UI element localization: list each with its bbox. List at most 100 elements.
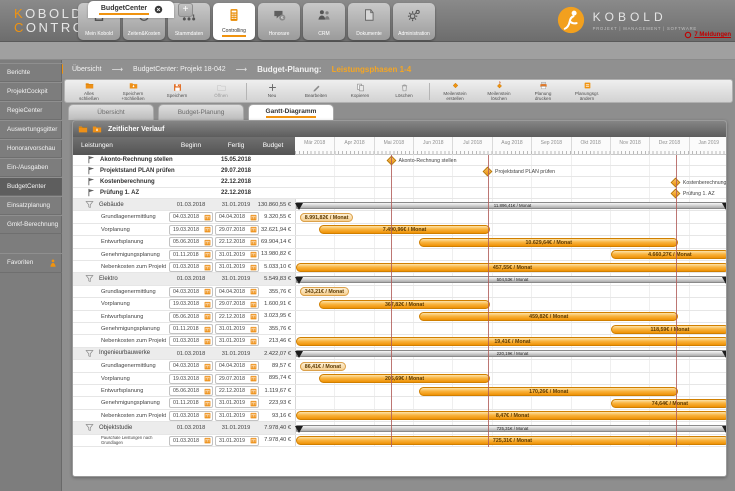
group-collapse-icon[interactable] <box>85 349 94 358</box>
sidebar-item-honorarvorschau[interactable]: Honorarvorschau <box>0 139 62 158</box>
nav-tab-honorare[interactable]: €Honorare <box>258 3 300 40</box>
table-row-vorplanung[interactable]: Vorplanung19.03.201829.07.20181.600,91 €… <box>73 298 727 310</box>
breadcrumb-item-budgetcenter[interactable]: BudgetCenter: Projekt 18-042 <box>133 66 226 73</box>
task-begin-date-field[interactable]: 01.03.2018 <box>169 262 213 272</box>
group-collapse-icon[interactable] <box>85 423 94 432</box>
table-row-nebenkosten-zum-projekt[interactable]: Nebenkosten zum Projekt01.03.201831.01.2… <box>73 335 727 347</box>
milestone-row[interactable]: Projektstand PLAN prüfen29.07.2018Projek… <box>73 166 727 177</box>
milestone-marker[interactable] <box>671 189 681 199</box>
table-row-vorplanung[interactable]: Vorplanung19.03.201829.07.201832.621,94 … <box>73 224 727 236</box>
workspace-tab-budgetcenter[interactable]: BudgetCenter <box>88 1 174 18</box>
calendar-icon[interactable] <box>204 338 211 345</box>
calendar-icon[interactable] <box>204 400 211 407</box>
tab-budget-planung[interactable]: Budget-Planung <box>158 104 244 120</box>
calendar-icon[interactable] <box>250 363 257 370</box>
task-begin-date-field[interactable]: 05.06.2018 <box>169 237 213 247</box>
calendar-icon[interactable] <box>204 251 211 258</box>
task-end-date-field[interactable]: 04.04.2018 <box>215 212 259 222</box>
gantt-bar[interactable]: 367,82€ / Monat <box>319 300 490 309</box>
calendar-icon[interactable] <box>250 239 257 246</box>
calendar-icon[interactable] <box>204 226 211 233</box>
gantt-bar[interactable]: 118,59€ / Monat <box>611 325 727 334</box>
sidebar-item-einsatzplanung[interactable]: Einsatzplanung <box>0 196 62 215</box>
table-row-entwurfsplanung[interactable]: Entwurfsplanung05.06.201822.12.20181.119… <box>73 385 727 397</box>
table-row-objektstudie[interactable]: Objektstudie01.03.201831.01.20197.978,40… <box>73 422 727 434</box>
gantt-summary-bar[interactable]: 220,19€ / Monat <box>296 350 727 357</box>
calendar-icon[interactable] <box>204 313 211 320</box>
calendar-icon[interactable] <box>204 301 211 308</box>
task-begin-date-field[interactable]: 01.03.2018 <box>169 436 213 446</box>
sidebar-item-auswertungsgitter[interactable]: Auswertungsgitter <box>0 120 62 139</box>
task-end-date-field[interactable]: 31.01.2019 <box>215 250 259 260</box>
calendar-icon[interactable] <box>204 388 211 395</box>
gantt-bar[interactable]: 170,26€ / Monat <box>419 387 678 396</box>
task-end-date-field[interactable]: 31.01.2019 <box>215 336 259 346</box>
table-row-entwurfsplanung[interactable]: Entwurfsplanung05.06.201822.12.20183.023… <box>73 311 727 323</box>
sidebar-item-regiecenter[interactable]: RegieCenter <box>0 101 62 120</box>
task-begin-date-field[interactable]: 04.03.2018 <box>169 212 213 222</box>
task-end-date-field[interactable]: 31.01.2019 <box>215 324 259 334</box>
sidebar-item-gmkf-berechnung[interactable]: Gmkf-Berechnung <box>0 215 62 234</box>
calendar-icon[interactable] <box>250 288 257 295</box>
task-begin-date-field[interactable]: 19.03.2018 <box>169 225 213 235</box>
breadcrumb-item-uebersicht[interactable]: Übersicht <box>72 66 102 73</box>
table-row-pauschale-leistungen-nach[interactable]: Pauschale Leistungen nach Grundlagen01.0… <box>73 435 727 447</box>
gantt-bar-rate-label[interactable]: 343,21€ / Monat <box>300 287 349 296</box>
column-header-budget[interactable]: Budget <box>263 142 284 149</box>
milestone-row[interactable]: Akonto-Rechnung stellen15.05.2018Akonto-… <box>73 155 727 166</box>
toolbar-speichern[interactable]: Speichern <box>155 80 199 102</box>
gantt-bar[interactable]: 205,69€ / Monat <box>319 374 490 383</box>
calendar-icon[interactable] <box>204 214 211 221</box>
task-end-date-field[interactable]: 22.12.2018 <box>215 312 259 322</box>
messages-link[interactable]: 7 Meldungen <box>684 31 731 39</box>
calendar-icon[interactable] <box>250 326 257 333</box>
task-end-date-field[interactable]: 31.01.2019 <box>215 262 259 272</box>
calendar-icon[interactable] <box>250 338 257 345</box>
task-begin-date-field[interactable]: 01.03.2018 <box>169 336 213 346</box>
toolbar-bearbeiten[interactable]: Bearbeiten <box>294 80 338 102</box>
calendar-icon[interactable] <box>250 301 257 308</box>
gantt-summary-bar[interactable]: 504,53€ / Monat <box>296 276 727 283</box>
tab-übersicht[interactable]: Übersicht <box>68 104 154 120</box>
task-end-date-field[interactable]: 29.07.2018 <box>215 299 259 309</box>
calendar-icon[interactable] <box>204 437 211 444</box>
table-row-entwurfsplanung[interactable]: Entwurfsplanung05.06.201822.12.201869.90… <box>73 236 727 248</box>
column-header-leistungen[interactable]: Leistungen <box>81 142 113 149</box>
table-row-genehmigungsplanung[interactable]: Genehmigungsplanung01.11.201831.01.20192… <box>73 397 727 409</box>
nav-tab-controlling[interactable]: Controlling <box>213 3 255 40</box>
task-end-date-field[interactable]: 04.04.2018 <box>215 361 259 371</box>
calendar-icon[interactable] <box>204 375 211 382</box>
gantt-bar[interactable]: 8,47€ / Monat <box>296 411 727 420</box>
table-row-grundlagenermittlung[interactable]: Grundlagenermittlung04.03.201804.04.2018… <box>73 286 727 298</box>
table-row-vorplanung[interactable]: Vorplanung19.03.201829.07.2018895,74 €20… <box>73 373 727 385</box>
task-begin-date-field[interactable]: 19.03.2018 <box>169 374 213 384</box>
table-row-nebenkosten-zum-projekt[interactable]: Nebenkosten zum Projekt01.03.201831.01.2… <box>73 261 727 273</box>
sidebar-item-ein-ausgaben[interactable]: Ein-/Ausgaben <box>0 158 62 177</box>
table-row-grundlagenermittlung[interactable]: Grundlagenermittlung04.03.201804.04.2018… <box>73 211 727 223</box>
gantt-summary-bar[interactable]: 11.896,41€ / Monat <box>296 202 727 209</box>
task-end-date-field[interactable]: 22.12.2018 <box>215 237 259 247</box>
gantt-bar[interactable]: 725,31€ / Monat <box>296 436 727 445</box>
toolbar-neu[interactable]: Neu <box>250 80 294 102</box>
calendar-icon[interactable] <box>250 226 257 233</box>
gantt-summary-bar[interactable]: 725,31€ / Monat <box>296 425 727 432</box>
milestone-marker[interactable] <box>387 156 397 166</box>
task-end-date-field[interactable]: 29.07.2018 <box>215 374 259 384</box>
toolbar-planungsgr-ändern[interactable]: Planungsgr. ändern <box>565 80 609 102</box>
task-end-date-field[interactable]: 31.01.2019 <box>215 398 259 408</box>
sidebar-item-berichte[interactable]: Berichte <box>0 63 62 82</box>
gantt-bar[interactable]: 19,41€ / Monat <box>296 337 727 346</box>
nav-tab-crm[interactable]: CRM <box>303 3 345 40</box>
calendar-icon[interactable] <box>250 388 257 395</box>
column-header-fertig[interactable]: Fertig <box>228 142 245 149</box>
task-begin-date-field[interactable]: 01.03.2018 <box>169 411 213 421</box>
table-row-ingenieurbauwerke[interactable]: Ingenieurbauwerke01.03.201831.01.20192.4… <box>73 348 727 360</box>
gantt-bar-rate-label[interactable]: 86,41€ / Monat <box>300 362 346 371</box>
tab-gantt-diagramm[interactable]: Gantt-Diagramm <box>248 104 334 121</box>
milestone-marker[interactable] <box>483 167 493 177</box>
task-end-date-field[interactable]: 22.12.2018 <box>215 386 259 396</box>
sidebar-item-projektcockpit[interactable]: ProjektCockpit <box>0 82 62 101</box>
calendar-icon[interactable] <box>250 412 257 419</box>
toolbar-meilenstein-erstellen[interactable]: Meilenstein erstellen <box>433 80 477 102</box>
group-collapse-icon[interactable] <box>85 274 94 283</box>
